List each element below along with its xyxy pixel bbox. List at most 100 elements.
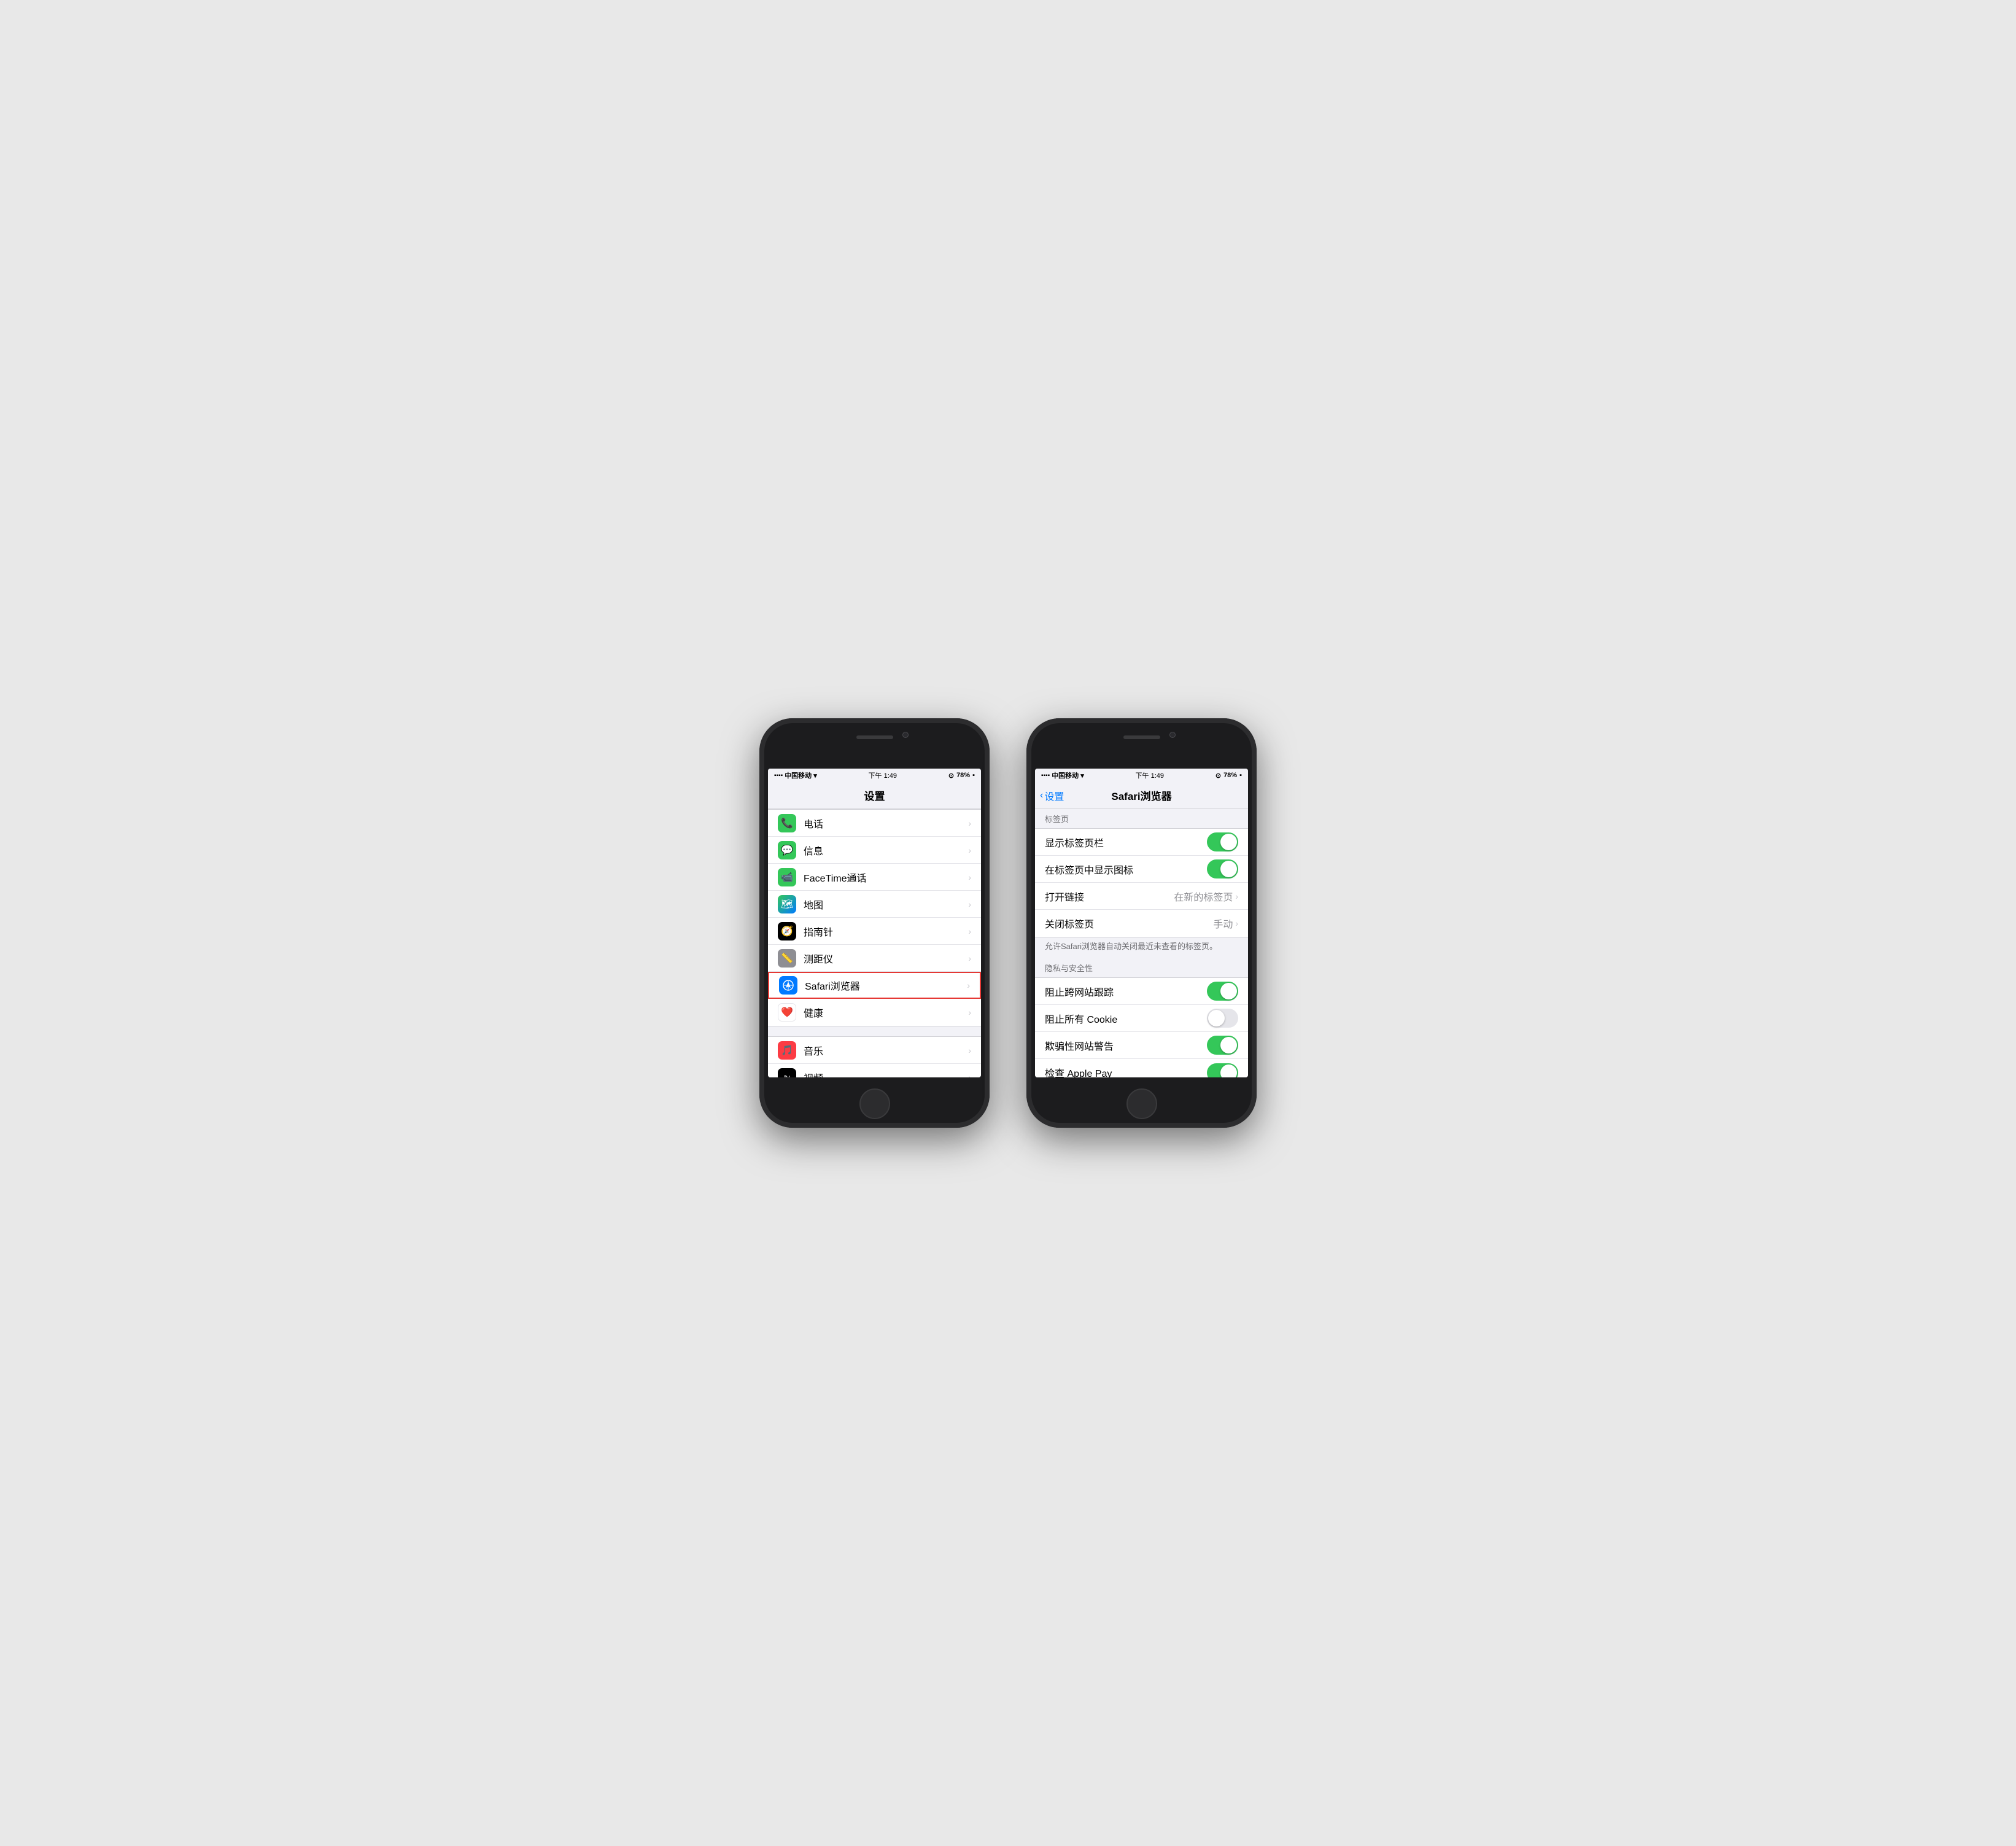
location-icon: ⊙ bbox=[948, 772, 954, 780]
group-gap bbox=[768, 1026, 981, 1036]
music-item[interactable]: 🎵 音乐 › bbox=[768, 1037, 981, 1064]
safari-settings-list[interactable]: 标签页 显示标签页栏 在标签页中显示图标 bbox=[1035, 809, 1248, 1077]
chevron-icon: › bbox=[968, 1072, 971, 1078]
chevron-icon: › bbox=[968, 953, 971, 963]
music-label: 音乐 bbox=[804, 1043, 968, 1058]
privacy-section-label: 隐私与安全性 bbox=[1035, 958, 1248, 977]
chevron-icon: › bbox=[968, 1007, 971, 1017]
status-bar: ▪▪▪▪ 中国移动 ▾ 下午 1:49 ⊙ 78% ▪ bbox=[1035, 769, 1248, 782]
settings-group-1: 📞 电话 › 💬 信息 › 📹 FaceT bbox=[768, 809, 981, 1026]
phones-container: ▪▪▪▪ 中国移动 ▾ 下午 1:49 ⊙ 78% ▪ 设置 bbox=[759, 718, 1257, 1128]
home-button[interactable] bbox=[1126, 1088, 1157, 1119]
safari-item[interactable]: Safari浏览器 › bbox=[768, 972, 981, 999]
back-label: 设置 bbox=[1044, 788, 1064, 803]
show-tab-bar-item[interactable]: 显示标签页栏 bbox=[1035, 829, 1248, 856]
speaker bbox=[856, 735, 893, 739]
apple-pay-label: 检查 Apple Pay bbox=[1045, 1065, 1207, 1077]
battery-icon: ▪ bbox=[1239, 772, 1242, 779]
privacy-group: 阻止跨网站跟踪 阻止所有 Cookie bbox=[1035, 977, 1248, 1077]
health-item[interactable]: ❤️ 健康 › bbox=[768, 999, 981, 1026]
tabs-group: 显示标签页栏 在标签页中显示图标 bbox=[1035, 828, 1248, 937]
location-icon: ⊙ bbox=[1215, 772, 1221, 780]
fraud-warning-toggle[interactable] bbox=[1207, 1036, 1238, 1055]
show-tab-bar-toggle[interactable] bbox=[1207, 832, 1238, 851]
compass-label: 指南针 bbox=[804, 924, 968, 939]
settings-group-2: 🎵 音乐 › tv 视频 › bbox=[768, 1036, 981, 1077]
battery-label: 78% bbox=[1223, 772, 1237, 779]
messages-item[interactable]: 💬 信息 › bbox=[768, 837, 981, 864]
page-title: Safari浏览器 bbox=[1111, 788, 1171, 803]
block-cookie-toggle[interactable] bbox=[1207, 1009, 1238, 1028]
battery-icon: ▪ bbox=[972, 772, 975, 779]
time-label: 下午 1:49 bbox=[869, 770, 897, 780]
facetime-label: FaceTime通话 bbox=[804, 870, 968, 885]
chevron-icon: › bbox=[1235, 918, 1238, 928]
chevron-icon: › bbox=[1235, 891, 1238, 901]
toggle-knob bbox=[1220, 1065, 1237, 1077]
tv-icon: tv bbox=[778, 1068, 796, 1078]
phone-item[interactable]: 📞 电话 › bbox=[768, 810, 981, 837]
home-button[interactable] bbox=[859, 1088, 890, 1119]
measure-item[interactable]: 📏 测距仪 › bbox=[768, 945, 981, 972]
safari-icon bbox=[779, 976, 797, 995]
chevron-icon: › bbox=[968, 899, 971, 909]
block-cookie-item[interactable]: 阻止所有 Cookie bbox=[1035, 1005, 1248, 1032]
chevron-icon: › bbox=[967, 980, 970, 990]
toggle-knob bbox=[1220, 1037, 1237, 1053]
settings-phone: ▪▪▪▪ 中国移动 ▾ 下午 1:49 ⊙ 78% ▪ 设置 bbox=[759, 718, 990, 1128]
battery-label: 78% bbox=[956, 772, 970, 779]
measure-label: 测距仪 bbox=[804, 951, 968, 966]
facetime-icon: 📹 bbox=[778, 868, 796, 886]
camera bbox=[1169, 732, 1176, 738]
chevron-icon: › bbox=[968, 1045, 971, 1055]
show-icon-tab-toggle[interactable] bbox=[1207, 859, 1238, 878]
close-tab-value: 手动 bbox=[1213, 916, 1233, 931]
health-icon: ❤️ bbox=[778, 1003, 796, 1022]
apple-pay-toggle[interactable] bbox=[1207, 1063, 1238, 1077]
status-left: ▪▪▪▪ 中国移动 ▾ bbox=[1041, 770, 1084, 780]
music-icon: 🎵 bbox=[778, 1041, 796, 1060]
time-label: 下午 1:49 bbox=[1136, 770, 1164, 780]
open-link-item[interactable]: 打开链接 在新的标签页 › bbox=[1035, 883, 1248, 910]
tv-item[interactable]: tv 视频 › bbox=[768, 1064, 981, 1077]
safari-phone: ▪▪▪▪ 中国移动 ▾ 下午 1:49 ⊙ 78% ▪ ‹ 设置 bbox=[1026, 718, 1257, 1128]
tabs-section-label: 标签页 bbox=[1035, 809, 1248, 828]
show-icon-tab-label: 在标签页中显示图标 bbox=[1045, 862, 1207, 877]
toggle-knob bbox=[1220, 834, 1237, 850]
block-cookie-label: 阻止所有 Cookie bbox=[1045, 1011, 1207, 1026]
wifi-icon: ▾ bbox=[1080, 772, 1084, 780]
settings-screen: ▪▪▪▪ 中国移动 ▾ 下午 1:49 ⊙ 78% ▪ 设置 bbox=[768, 769, 981, 1077]
close-tab-item[interactable]: 关闭标签页 手动 › bbox=[1035, 910, 1248, 937]
settings-list[interactable]: 📞 电话 › 💬 信息 › 📹 FaceT bbox=[768, 809, 981, 1077]
page-title: 设置 bbox=[864, 788, 885, 803]
chevron-back-icon: ‹ bbox=[1040, 790, 1043, 801]
carrier-label: 中国移动 bbox=[785, 770, 812, 780]
apple-pay-item[interactable]: 检查 Apple Pay bbox=[1035, 1059, 1248, 1077]
chevron-icon: › bbox=[968, 845, 971, 855]
chevron-icon: › bbox=[968, 926, 971, 936]
compass-item[interactable]: 🧭 指南针 › bbox=[768, 918, 981, 945]
status-bar: ▪▪▪▪ 中国移动 ▾ 下午 1:49 ⊙ 78% ▪ bbox=[768, 769, 981, 782]
toggle-knob bbox=[1220, 861, 1237, 877]
camera bbox=[902, 732, 909, 738]
wifi-icon: ▾ bbox=[813, 772, 817, 780]
safari-nav-bar: ‹ 设置 Safari浏览器 bbox=[1035, 782, 1248, 809]
fraud-warning-label: 欺骗性网站警告 bbox=[1045, 1038, 1207, 1053]
signal-icon: ▪▪▪▪ bbox=[774, 772, 783, 779]
chevron-icon: › bbox=[968, 818, 971, 828]
nav-bar: 设置 bbox=[768, 782, 981, 809]
maps-item[interactable]: 🗺 地图 › bbox=[768, 891, 981, 918]
signal-icon: ▪▪▪▪ bbox=[1041, 772, 1050, 779]
fraud-warning-item[interactable]: 欺骗性网站警告 bbox=[1035, 1032, 1248, 1059]
tabs-note: 允许Safari浏览器自动关闭最近未查看的标签页。 bbox=[1035, 937, 1248, 958]
phone-label: 电话 bbox=[804, 816, 968, 831]
back-button[interactable]: ‹ 设置 bbox=[1040, 788, 1064, 803]
block-tracking-item[interactable]: 阻止跨网站跟踪 bbox=[1035, 978, 1248, 1005]
open-link-label: 打开链接 bbox=[1045, 889, 1174, 904]
facetime-item[interactable]: 📹 FaceTime通话 › bbox=[768, 864, 981, 891]
block-tracking-toggle[interactable] bbox=[1207, 982, 1238, 1001]
show-icon-tab-item[interactable]: 在标签页中显示图标 bbox=[1035, 856, 1248, 883]
status-left: ▪▪▪▪ 中国移动 ▾ bbox=[774, 770, 817, 780]
chevron-icon: › bbox=[968, 872, 971, 882]
toggle-knob bbox=[1220, 983, 1237, 999]
